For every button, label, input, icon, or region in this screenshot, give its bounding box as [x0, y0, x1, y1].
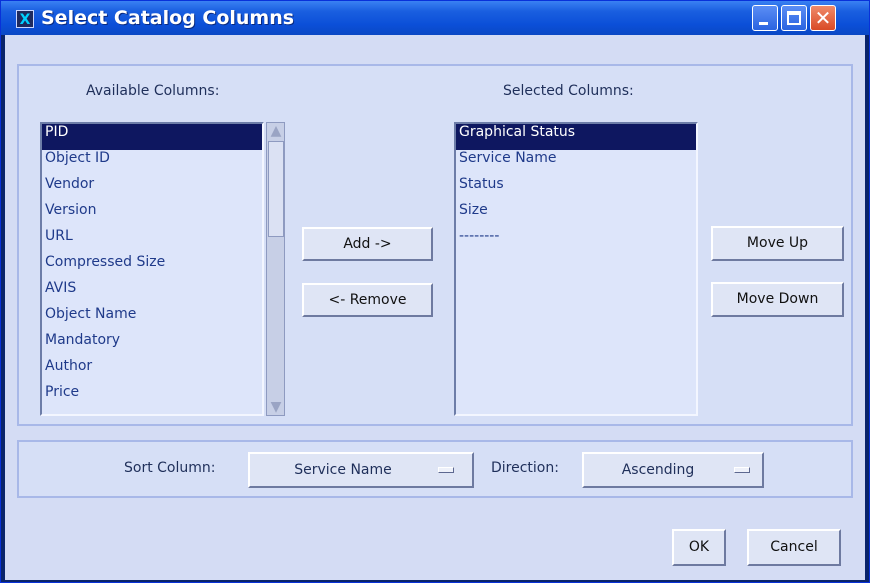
- list-item[interactable]: Size: [456, 202, 696, 228]
- list-item[interactable]: Object Name: [42, 306, 262, 332]
- list-item[interactable]: Object ID: [42, 150, 262, 176]
- list-item[interactable]: Mandatory: [42, 332, 262, 358]
- maximize-icon: [787, 11, 801, 25]
- sort-column-dropdown[interactable]: Service Name: [248, 452, 474, 488]
- list-item[interactable]: URL: [42, 228, 262, 254]
- direction-label: Direction:: [491, 460, 559, 476]
- minimize-button[interactable]: [752, 5, 778, 31]
- selected-columns-list[interactable]: Graphical Status Service Name Status Siz…: [454, 122, 698, 416]
- sort-panel: Sort Column: Service Name Direction: Asc…: [17, 440, 853, 498]
- list-item[interactable]: Status: [456, 176, 696, 202]
- list-item[interactable]: --------: [456, 228, 696, 254]
- list-item[interactable]: Graphical Status: [456, 124, 696, 150]
- close-button[interactable]: ✕: [810, 5, 836, 31]
- sort-column-value: Service Name: [294, 462, 392, 478]
- direction-value: Ascending: [621, 462, 695, 478]
- list-item[interactable]: Author: [42, 358, 262, 384]
- scrollbar-thumb[interactable]: [268, 141, 284, 237]
- move-down-button[interactable]: Move Down: [711, 282, 844, 317]
- minimize-icon: [759, 22, 768, 25]
- remove-button[interactable]: <- Remove: [302, 283, 433, 317]
- maximize-button[interactable]: [781, 5, 807, 31]
- available-list-scrollbar[interactable]: ▲ ▼: [266, 122, 285, 416]
- ok-button[interactable]: OK: [672, 529, 726, 566]
- cancel-button[interactable]: Cancel: [747, 529, 841, 566]
- app-icon: X: [16, 10, 34, 28]
- list-item[interactable]: Vendor: [42, 176, 262, 202]
- available-columns-label: Available Columns:: [86, 83, 220, 99]
- close-icon: ✕: [814, 6, 832, 30]
- list-item[interactable]: Compressed Size: [42, 254, 262, 280]
- add-button[interactable]: Add ->: [302, 227, 433, 261]
- list-item[interactable]: Version: [42, 202, 262, 228]
- scroll-down-arrow-icon[interactable]: ▼: [268, 399, 284, 415]
- title-bar[interactable]: X Select Catalog Columns ✕: [1, 1, 869, 35]
- scroll-up-arrow-icon[interactable]: ▲: [268, 123, 284, 139]
- window-title: Select Catalog Columns: [41, 7, 295, 29]
- move-up-button[interactable]: Move Up: [711, 226, 844, 261]
- dialog-window: X Select Catalog Columns ✕ Available Col…: [0, 0, 870, 583]
- dropdown-indicator-icon: [734, 467, 750, 473]
- list-item[interactable]: AVIS: [42, 280, 262, 306]
- list-item[interactable]: Service Name: [456, 150, 696, 176]
- direction-dropdown[interactable]: Ascending: [582, 452, 764, 488]
- dialog-client-area: Available Columns: Selected Columns: PID…: [5, 35, 865, 580]
- available-columns-list[interactable]: PID Object ID Vendor Version URL Compres…: [40, 122, 264, 416]
- columns-panel: Available Columns: Selected Columns: PID…: [17, 64, 853, 426]
- dropdown-indicator-icon: [438, 467, 454, 473]
- list-item[interactable]: PID: [42, 124, 262, 150]
- sort-column-label: Sort Column:: [124, 460, 216, 476]
- list-item[interactable]: Price: [42, 384, 262, 410]
- selected-columns-label: Selected Columns:: [503, 83, 634, 99]
